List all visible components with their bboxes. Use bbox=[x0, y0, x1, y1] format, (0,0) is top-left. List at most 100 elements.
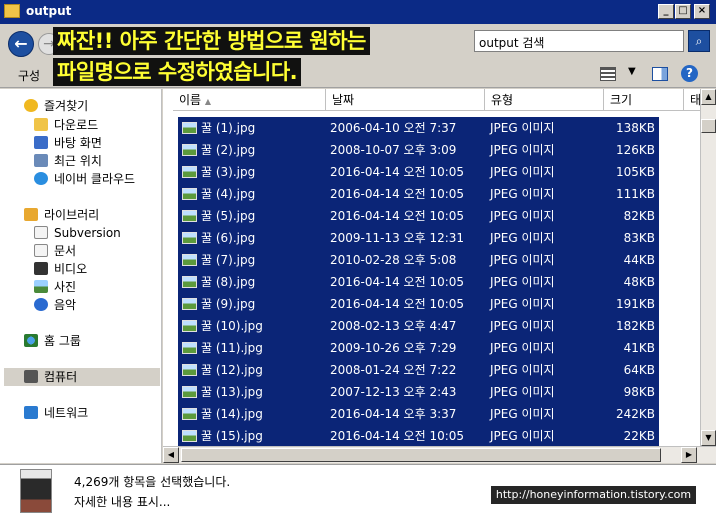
file-row[interactable]: 꿀 (14).jpg 2016-04-14 오후 3:37 JPEG 이미지 242K… bbox=[178, 403, 659, 425]
column-header-date[interactable]: 날짜 bbox=[326, 89, 485, 111]
file-date: 2009-10-26 오후 7:29 bbox=[330, 341, 457, 355]
file-name: 꿀 (13).jpg bbox=[201, 385, 263, 399]
sidebar-item-naver-cloud[interactable]: 네이버 클라우드 bbox=[34, 170, 135, 188]
sidebar-item-libraries[interactable]: 라이브러리 bbox=[24, 206, 99, 224]
video-icon bbox=[34, 262, 48, 275]
organize-button[interactable]: 구성 bbox=[18, 67, 40, 84]
scroll-down-arrow-icon[interactable]: ▼ bbox=[701, 430, 716, 446]
file-row[interactable]: 꿀 (5).jpg 2016-04-14 오전 10:05 JPEG 이미지 82KB bbox=[178, 205, 659, 227]
file-size: 191KB bbox=[615, 297, 655, 311]
file-name: 꿀 (2).jpg bbox=[201, 143, 256, 157]
file-row[interactable]: 꿀 (1).jpg 2006-04-10 오전 7:37 JPEG 이미지 138KB bbox=[178, 117, 659, 139]
file-row[interactable]: 꿀 (13).jpg 2007-12-13 오후 2:43 JPEG 이미지 98KB bbox=[178, 381, 659, 403]
jpeg-image-icon bbox=[182, 386, 197, 398]
file-row[interactable]: 꿀 (2).jpg 2008-10-07 오후 3:09 JPEG 이미지 126KB bbox=[178, 139, 659, 161]
sidebar-item-subversion[interactable]: Subversion bbox=[34, 224, 121, 242]
sidebar-item-network[interactable]: 네트워크 bbox=[24, 404, 88, 422]
sidebar-item-downloads[interactable]: 다운로드 bbox=[34, 116, 98, 134]
sidebar-item-desktop[interactable]: 바탕 화면 bbox=[34, 134, 102, 152]
file-type: JPEG 이미지 bbox=[490, 165, 555, 179]
selection-count-text: 4,269개 항목을 선택했습니다. bbox=[74, 475, 231, 489]
preview-pane-icon[interactable] bbox=[652, 67, 668, 81]
file-row[interactable]: 꿀 (6).jpg 2009-11-13 오후 12:31 JPEG 이미지 83KB bbox=[178, 227, 659, 249]
file-type: JPEG 이미지 bbox=[490, 275, 555, 289]
horizontal-scroll-thumb[interactable] bbox=[181, 448, 661, 462]
file-date: 2016-04-14 오전 10:05 bbox=[330, 187, 465, 201]
column-header-type[interactable]: 유형 bbox=[485, 89, 604, 111]
file-date: 2008-01-24 오전 7:22 bbox=[330, 363, 457, 377]
file-list: 이름 ▲ 날짜 유형 크기 태 꿀 (1).jpg 2006-04-10 오전 7… bbox=[163, 89, 700, 446]
file-date: 2008-02-13 오후 4:47 bbox=[330, 319, 457, 333]
sidebar-item-favorites[interactable]: 즐겨찾기 bbox=[24, 97, 88, 115]
file-name: 꿀 (7).jpg bbox=[201, 253, 256, 267]
file-date: 2009-11-13 오후 12:31 bbox=[330, 231, 465, 245]
file-row[interactable]: 꿀 (9).jpg 2016-04-14 오전 10:05 JPEG 이미지 191K… bbox=[178, 293, 659, 315]
back-arrow-icon[interactable]: ← bbox=[8, 31, 34, 57]
file-name: 꿀 (14).jpg bbox=[201, 407, 263, 421]
file-name: 꿀 (15).jpg bbox=[201, 429, 263, 443]
jpeg-image-icon bbox=[182, 232, 197, 244]
file-name: 꿀 (5).jpg bbox=[201, 209, 256, 223]
file-row[interactable]: 꿀 (3).jpg 2016-04-14 오전 10:05 JPEG 이미지 105K… bbox=[178, 161, 659, 183]
column-header-name[interactable]: 이름 ▲ bbox=[173, 89, 326, 111]
scroll-right-arrow-icon[interactable]: ▶ bbox=[681, 447, 697, 463]
sidebar-item-pictures[interactable]: 사진 bbox=[34, 278, 76, 296]
show-details-link[interactable]: 자세한 내용 표시... bbox=[74, 493, 170, 510]
file-row[interactable]: 꿀 (7).jpg 2010-02-28 오후 5:08 JPEG 이미지 44KB bbox=[178, 249, 659, 271]
file-name: 꿀 (1).jpg bbox=[201, 121, 256, 135]
file-name: 꿀 (12).jpg bbox=[201, 363, 263, 377]
file-size: 82KB bbox=[623, 209, 655, 223]
maximize-button[interactable]: □ bbox=[675, 4, 691, 19]
column-header-tags[interactable]: 태 bbox=[684, 89, 700, 111]
help-icon[interactable]: ? bbox=[681, 65, 698, 82]
file-row[interactable]: 꿀 (10).jpg 2008-02-13 오후 4:47 JPEG 이미지 182K… bbox=[178, 315, 659, 337]
scroll-left-arrow-icon[interactable]: ◀ bbox=[163, 447, 179, 463]
jpeg-image-icon bbox=[182, 144, 197, 156]
file-type: JPEG 이미지 bbox=[490, 385, 555, 399]
document-icon bbox=[34, 244, 48, 257]
column-header-size[interactable]: 크기 bbox=[604, 89, 684, 111]
file-name: 꿀 (6).jpg bbox=[201, 231, 256, 245]
search-input[interactable]: output 검색 bbox=[474, 30, 684, 52]
file-size: 126KB bbox=[615, 143, 655, 157]
file-row[interactable]: 꿀 (8).jpg 2016-04-14 오전 10:05 JPEG 이미지 48KB bbox=[178, 271, 659, 293]
caption-line-2: 파일명으로 수정하였습니다. bbox=[53, 58, 302, 86]
navigation-pane: 즐겨찾기 다운로드 바탕 화면 최근 위치 네이버 클라우드 라이브러리 Sub… bbox=[0, 89, 162, 463]
sidebar-item-documents[interactable]: 문서 bbox=[34, 242, 76, 260]
file-type: JPEG 이미지 bbox=[490, 231, 555, 245]
view-options-icon[interactable] bbox=[600, 67, 616, 81]
horizontal-scrollbar[interactable]: ◀ ▶ bbox=[163, 446, 716, 463]
minimize-button[interactable]: _ bbox=[658, 4, 674, 19]
close-button[interactable]: × bbox=[694, 4, 710, 19]
sidebar-item-videos[interactable]: 비디오 bbox=[34, 260, 87, 278]
file-date: 2016-04-14 오전 10:05 bbox=[330, 275, 465, 289]
scroll-thumb[interactable] bbox=[701, 119, 716, 133]
vertical-scrollbar[interactable]: ▲ ▼ bbox=[700, 89, 716, 446]
sidebar-item-computer[interactable]: 컴퓨터 bbox=[4, 368, 160, 386]
scroll-up-arrow-icon[interactable]: ▲ bbox=[701, 89, 716, 105]
jpeg-image-icon bbox=[182, 298, 197, 310]
file-type: JPEG 이미지 bbox=[490, 209, 555, 223]
file-row[interactable]: 꿀 (11).jpg 2009-10-26 오후 7:29 JPEG 이미지 41KB bbox=[178, 337, 659, 359]
file-name: 꿀 (3).jpg bbox=[201, 165, 256, 179]
jpeg-image-icon bbox=[182, 364, 197, 376]
sidebar-item-recent[interactable]: 최근 위치 bbox=[34, 152, 102, 170]
file-type: JPEG 이미지 bbox=[490, 363, 555, 377]
sidebar-item-homegroup[interactable]: 홈 그룹 bbox=[24, 332, 81, 350]
file-date: 2016-04-14 오전 10:05 bbox=[330, 165, 465, 179]
file-type: JPEG 이미지 bbox=[490, 407, 555, 421]
sidebar-item-music[interactable]: 음악 bbox=[34, 296, 76, 314]
desktop-icon bbox=[34, 136, 48, 149]
file-row[interactable]: 꿀 (4).jpg 2016-04-14 오전 10:05 JPEG 이미지 111K… bbox=[178, 183, 659, 205]
file-row[interactable]: 꿀 (12).jpg 2008-01-24 오전 7:22 JPEG 이미지 64KB bbox=[178, 359, 659, 381]
file-type: JPEG 이미지 bbox=[490, 429, 555, 443]
file-size: 41KB bbox=[623, 341, 655, 355]
file-name: 꿀 (4).jpg bbox=[201, 187, 256, 201]
jpeg-image-icon bbox=[182, 320, 197, 332]
search-icon[interactable]: ⌕ bbox=[688, 30, 710, 52]
file-row[interactable]: 꿀 (15).jpg 2016-04-14 오전 10:05 JPEG 이미지 22K… bbox=[178, 425, 659, 446]
file-date: 2016-04-14 오전 10:05 bbox=[330, 209, 465, 223]
chevron-down-icon[interactable]: ▼ bbox=[628, 66, 636, 77]
selection-thumbnail bbox=[20, 469, 52, 513]
jpeg-image-icon bbox=[182, 276, 197, 288]
